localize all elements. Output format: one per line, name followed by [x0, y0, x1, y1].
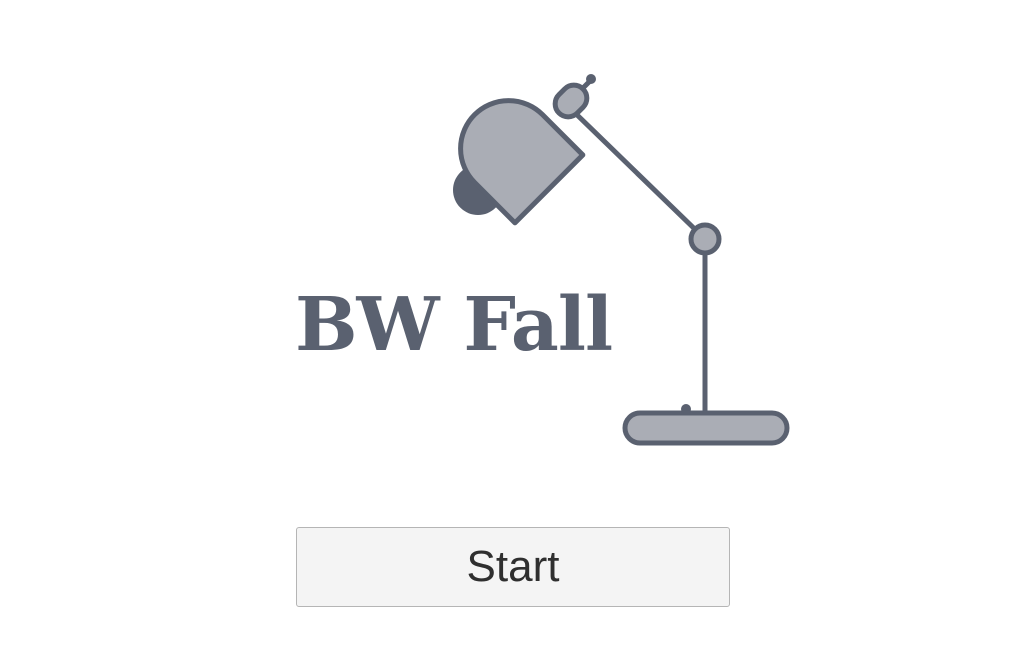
- lamp-base-switch: [681, 404, 691, 414]
- title-screen: BW Fall Start: [0, 0, 1021, 655]
- game-title: BW Fall: [295, 282, 613, 368]
- lamp-knob-cap: [586, 74, 596, 84]
- lamp-joint: [688, 222, 722, 256]
- lamp-base: [622, 410, 790, 446]
- start-button[interactable]: Start: [296, 527, 730, 607]
- lamp-upper-arm: [569, 107, 707, 241]
